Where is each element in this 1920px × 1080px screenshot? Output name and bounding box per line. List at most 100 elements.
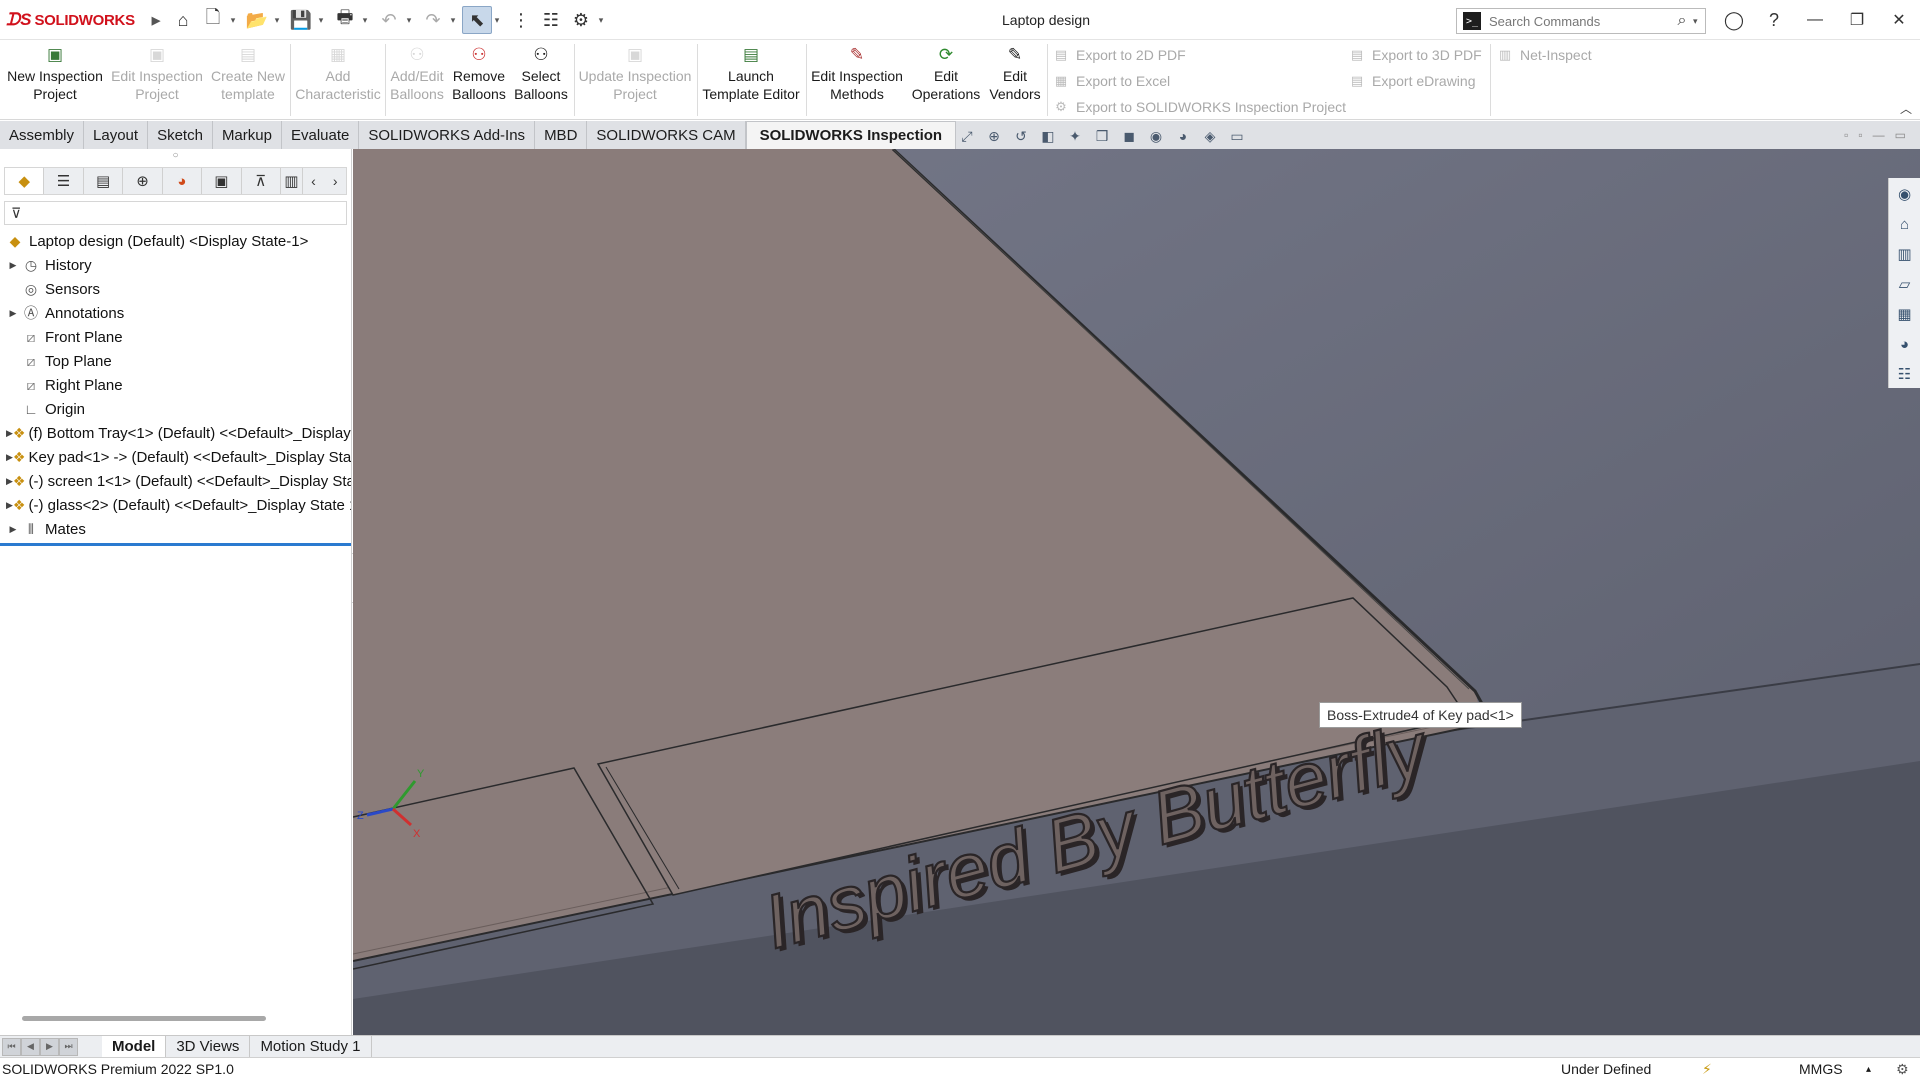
redo-dropdown-icon[interactable]: ▾ bbox=[448, 6, 458, 34]
user-account-icon[interactable]: ◯ bbox=[1714, 0, 1754, 40]
print-dropdown-icon[interactable]: ▾ bbox=[360, 6, 370, 34]
tree-item-front-plane[interactable]: ⧄ Front Plane bbox=[0, 325, 351, 349]
tree-item-glass[interactable]: ▶ ❖ (-) glass<2> (Default) <<Default>_Di… bbox=[0, 493, 351, 517]
expand-icon[interactable]: ▶ bbox=[6, 308, 20, 319]
configuration-manager-tab-icon[interactable]: ▤ bbox=[84, 168, 124, 194]
restore-icon[interactable]: ❐ bbox=[1836, 0, 1878, 40]
tree-item-key-pad[interactable]: ▶ ❖ Key pad<1> -> (Default) <<Default>_D… bbox=[0, 445, 351, 469]
add-edit-balloons-button[interactable]: ⚇ Add/Edit Balloons bbox=[387, 44, 447, 116]
tab-layout[interactable]: Layout bbox=[84, 121, 149, 149]
menu-expand-icon[interactable]: ▶ bbox=[152, 14, 160, 27]
redo-icon[interactable]: ↷ bbox=[418, 6, 448, 34]
customize-icon[interactable]: ⚙ bbox=[1896, 1061, 1909, 1078]
tabs-scroll-left-icon[interactable]: ‹ bbox=[303, 173, 325, 189]
appearances-icon[interactable]: ◕ bbox=[1893, 332, 1917, 356]
update-inspection-project-button[interactable]: ▣ Update Inspection Project bbox=[576, 44, 694, 116]
dynamic-annotation-icon[interactable]: ✦ bbox=[1063, 125, 1087, 147]
tabs-scroll-right-icon[interactable]: › bbox=[324, 173, 346, 189]
edit-inspection-project-button[interactable]: ▣ Edit Inspection Project bbox=[108, 44, 206, 116]
first-tab-icon[interactable]: ⏮ bbox=[2, 1037, 21, 1056]
solidworks-logo[interactable]: ᗪS SOLIDWORKS ▶ bbox=[6, 9, 160, 31]
export-excel-button[interactable]: ▦ Export to Excel bbox=[1052, 70, 1170, 92]
zoom-to-area-icon[interactable]: ⊕ bbox=[982, 125, 1006, 147]
view-orientation-icon[interactable]: ❒ bbox=[1090, 125, 1114, 147]
viewport-minimize-bar-icon[interactable]: — bbox=[1873, 128, 1885, 142]
section-view-icon[interactable]: ◧ bbox=[1036, 125, 1060, 147]
undo-icon[interactable]: ↶ bbox=[374, 6, 404, 34]
undo-dropdown-icon[interactable]: ▾ bbox=[404, 6, 414, 34]
open-dropdown-icon[interactable]: ▾ bbox=[272, 6, 282, 34]
viewport-tile-icon[interactable]: ▫ bbox=[1858, 128, 1862, 142]
tree-filter[interactable]: ⊽ bbox=[4, 201, 347, 225]
scene-icon[interactable]: ◈ bbox=[1198, 125, 1222, 147]
add-characteristic-button[interactable]: ▦ Add Characteristic bbox=[292, 44, 384, 116]
tab-3d-views[interactable]: 3D Views bbox=[166, 1035, 251, 1058]
hide-show-icon[interactable]: ◉ bbox=[1144, 125, 1168, 147]
home-icon[interactable]: ⌂ bbox=[168, 6, 198, 34]
display-manager-tab-icon[interactable]: ◕ bbox=[163, 168, 203, 194]
cam-tab-icon[interactable]: ▣ bbox=[202, 168, 242, 194]
expand-icon[interactable]: ▶ bbox=[6, 500, 13, 511]
open-folder-icon[interactable]: 📂 bbox=[242, 6, 272, 34]
view-palette-icon[interactable]: ▦ bbox=[1893, 302, 1917, 326]
search-input[interactable] bbox=[1481, 10, 1671, 32]
tab-evaluate[interactable]: Evaluate bbox=[282, 121, 360, 149]
export-2d-pdf-button[interactable]: ▤ Export to 2D PDF bbox=[1052, 44, 1186, 66]
viewport-maximize-icon[interactable]: ▭ bbox=[1895, 128, 1906, 142]
tab-mbd[interactable]: MBD bbox=[535, 121, 588, 149]
tab-model[interactable]: Model bbox=[102, 1035, 167, 1058]
tree-root[interactable]: ◆ Laptop design (Default) <Display State… bbox=[0, 229, 351, 253]
rebuild-icon[interactable]: ⚡ bbox=[1702, 1061, 1712, 1078]
rollback-bar[interactable] bbox=[0, 543, 351, 546]
expand-icon[interactable]: ▶ bbox=[6, 476, 13, 487]
extra-tab-icon[interactable]: ▥ bbox=[281, 168, 303, 194]
tab-markup[interactable]: Markup bbox=[213, 121, 282, 149]
tree-item-screen[interactable]: ▶ ❖ (-) screen 1<1> (Default) <<Default>… bbox=[0, 469, 351, 493]
minimize-icon[interactable]: — bbox=[1794, 0, 1836, 40]
viewport-minimize-icon[interactable]: ▫ bbox=[1844, 128, 1848, 142]
help-icon[interactable]: ? bbox=[1754, 0, 1794, 40]
tree-item-bottom-tray[interactable]: ▶ ❖ (f) Bottom Tray<1> (Default) <<Defau… bbox=[0, 421, 351, 445]
property-manager-tab-icon[interactable]: ☰ bbox=[44, 168, 84, 194]
prev-tab-icon[interactable]: ◀ bbox=[21, 1037, 40, 1056]
edit-operations-button[interactable]: ⟳ Edit Operations bbox=[908, 44, 984, 116]
tree-item-sensors[interactable]: ◎ Sensors bbox=[0, 277, 351, 301]
export-3d-pdf-button[interactable]: ▤ Export to 3D PDF bbox=[1348, 44, 1482, 66]
launch-template-editor-button[interactable]: ▤ Launch Template Editor bbox=[699, 44, 803, 116]
tree-item-annotations[interactable]: ▶ Ⓐ Annotations bbox=[0, 301, 351, 325]
save-icon[interactable]: 💾 bbox=[286, 6, 316, 34]
new-inspection-project-button[interactable]: ▣ New Inspection Project bbox=[4, 44, 106, 116]
options-dropdown-icon[interactable]: ▾ bbox=[596, 6, 606, 34]
graphics-area[interactable]: Inspired By Butterfly Inspired By Butter… bbox=[353, 149, 1920, 1035]
tree-item-top-plane[interactable]: ⧄ Top Plane bbox=[0, 349, 351, 373]
edit-vendors-button[interactable]: ✎ Edit Vendors bbox=[986, 44, 1044, 116]
unit-system[interactable]: MMGS bbox=[1799, 1061, 1843, 1077]
inspection-tab-icon[interactable]: ⊼ bbox=[242, 168, 281, 194]
tree-item-right-plane[interactable]: ⧄ Right Plane bbox=[0, 373, 351, 397]
edit-appearance-icon[interactable]: ◕ bbox=[1171, 125, 1195, 147]
solidworks-resources-icon[interactable]: ◉ bbox=[1893, 182, 1917, 206]
remove-balloons-button[interactable]: ⚇ Remove Balloons bbox=[449, 44, 509, 116]
expand-icon[interactable]: ▶ bbox=[6, 428, 13, 439]
export-inspection-project-button[interactable]: ⚙ Export to SOLIDWORKS Inspection Projec… bbox=[1052, 96, 1346, 118]
tab-assembly[interactable]: Assembly bbox=[0, 121, 85, 149]
new-dropdown-icon[interactable]: ▾ bbox=[228, 6, 238, 34]
tab-inspection[interactable]: SOLIDWORKS Inspection bbox=[745, 121, 957, 149]
tree-item-history[interactable]: ▶ ◷ History bbox=[0, 253, 351, 277]
print-icon[interactable]: 🖶 bbox=[330, 6, 360, 34]
feature-manager-tab-icon[interactable]: ◆ bbox=[5, 168, 45, 194]
custom-properties-icon[interactable]: ☷ bbox=[1893, 362, 1917, 386]
tree-item-origin[interactable]: ∟ Origin bbox=[0, 397, 351, 421]
save-dropdown-icon[interactable]: ▾ bbox=[316, 6, 326, 34]
select-dropdown-icon[interactable]: ▾ bbox=[492, 6, 502, 34]
zoom-to-fit-icon[interactable]: ⤢ bbox=[955, 125, 979, 147]
export-edrawing-button[interactable]: ▤ Export eDrawing bbox=[1348, 70, 1476, 92]
close-icon[interactable]: ✕ bbox=[1878, 0, 1920, 40]
select-arrow-icon[interactable]: ⬉ bbox=[462, 6, 492, 34]
previous-view-icon[interactable]: ↺ bbox=[1009, 125, 1033, 147]
tab-motion-study[interactable]: Motion Study 1 bbox=[250, 1035, 372, 1058]
panel-grip[interactable]: ○ bbox=[0, 149, 351, 165]
tab-sketch[interactable]: Sketch bbox=[148, 121, 213, 149]
panel-horizontal-scrollbar[interactable] bbox=[22, 1016, 266, 1021]
rebuild-traffic-light-icon[interactable]: ⋮ bbox=[506, 6, 536, 34]
